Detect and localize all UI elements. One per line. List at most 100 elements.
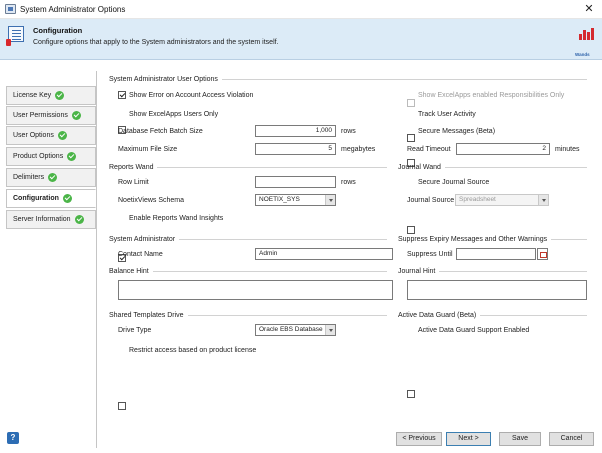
nav-item-label: Server Information	[13, 216, 71, 223]
secure-journal-source-checkbox[interactable]	[407, 226, 415, 234]
nav-item-user-options[interactable]: User Options	[6, 126, 96, 145]
read-timeout-label: Read Timeout	[407, 146, 451, 153]
section-divider	[439, 271, 587, 272]
nav-item-license-key[interactable]: License Key	[6, 86, 96, 105]
calendar-icon[interactable]	[537, 248, 548, 260]
max-file-size-label: Maximum File Size	[118, 146, 178, 153]
active-data-guard-checkbox[interactable]	[407, 390, 415, 398]
page-description: Configure options that apply to the Syst…	[33, 39, 279, 46]
row-limit-unit: rows	[341, 179, 356, 186]
nav-item-server-information[interactable]: Server Information	[6, 210, 96, 229]
journal-hint-textarea[interactable]	[407, 280, 587, 300]
views-schema-value: NOETIX_SYS	[259, 196, 300, 203]
nav-item-delimiters[interactable]: Delimiters	[6, 168, 96, 187]
section-divider	[157, 167, 387, 168]
read-timeout-unit: minutes	[555, 146, 580, 153]
nav-item-user-permissions[interactable]: User Permissions	[6, 106, 96, 125]
db-fetch-batch-size-unit: rows	[341, 128, 356, 135]
nav-item-label: User Options	[13, 132, 54, 139]
track-user-activity-label: Track User Activity	[418, 111, 476, 118]
section-title: Active Data Guard (Beta)	[398, 312, 477, 319]
section-title: System Administrator User Options	[109, 76, 218, 83]
track-user-activity-checkbox[interactable]	[407, 134, 415, 142]
close-icon[interactable]: ✕	[582, 2, 596, 16]
panel-divider	[96, 71, 97, 448]
section-header-shared-templates-drive: Shared Templates Drive	[109, 311, 387, 320]
section-title: Shared Templates Drive	[109, 312, 184, 319]
row-limit-input[interactable]	[255, 176, 336, 188]
header-banner: Configuration Configure options that app…	[0, 19, 602, 60]
suppress-until-input[interactable]	[456, 248, 536, 260]
check-circle-icon	[74, 215, 84, 224]
alert-icon	[6, 39, 11, 46]
max-file-size-unit: megabytes	[341, 146, 376, 153]
suppress-until-label: Suppress Until	[407, 251, 453, 258]
section-header-active-data-guard: Active Data Guard (Beta)	[398, 311, 587, 320]
section-header-reports-wand: Reports Wand	[109, 163, 387, 172]
nav-item-label: User Permissions	[13, 112, 68, 119]
cancel-button[interactable]: Cancel	[549, 432, 594, 446]
show-excelapps-users-label: Show ExcelApps Users Only	[129, 111, 219, 118]
section-divider	[221, 79, 587, 80]
nav-item-label: License Key	[13, 92, 52, 99]
section-header-balance-hint: Balance Hint	[109, 267, 387, 276]
read-timeout-input[interactable]: 2	[456, 143, 550, 155]
chevron-down-icon	[325, 325, 335, 335]
secure-messages-label: Secure Messages (Beta)	[418, 128, 496, 135]
show-excelapps-resp-checkbox[interactable]	[407, 99, 415, 107]
db-fetch-batch-size-input[interactable]: 1,000	[255, 125, 336, 137]
section-header-journal-hint: Journal Hint	[398, 267, 587, 276]
section-divider	[480, 315, 587, 316]
chevron-down-icon	[538, 195, 548, 205]
drive-type-select[interactable]: Oracle EBS Database	[255, 324, 336, 336]
views-schema-select[interactable]: NOETIX_SYS	[255, 194, 336, 206]
max-file-size-input[interactable]: 5	[255, 143, 336, 155]
balance-hint-textarea[interactable]	[118, 280, 393, 300]
save-button[interactable]: Save	[499, 432, 541, 446]
nav-item-configuration[interactable]: Configuration	[6, 189, 96, 208]
section-title: System Administrator	[109, 236, 176, 243]
check-circle-icon	[62, 194, 72, 203]
previous-button[interactable]: < Previous	[396, 432, 442, 446]
section-header-journal-wand: Journal Wand	[398, 163, 587, 172]
views-schema-label: NoetixViews Schema	[118, 197, 185, 204]
restrict-access-label: Restrict access based on product license	[129, 347, 257, 354]
section-header-suppress-expiry: Suppress Expiry Messages and Other Warni…	[398, 235, 587, 244]
nav-item-product-options[interactable]: Product Options	[6, 147, 96, 166]
section-divider	[179, 239, 387, 240]
drive-type-value: Oracle EBS Database	[259, 326, 323, 333]
chevron-down-icon	[325, 195, 335, 205]
title-bar: System Administrator Options ✕	[0, 0, 602, 19]
contact-name-input[interactable]: Admin	[255, 248, 393, 260]
secure-journal-source-label: Secure Journal Source	[418, 179, 490, 186]
help-button[interactable]: ?	[7, 432, 19, 444]
section-divider	[152, 271, 387, 272]
contact-name-label: Contact Name	[118, 251, 163, 258]
show-error-violation-checkbox[interactable]	[118, 91, 126, 99]
app-icon	[5, 4, 16, 14]
page-title: Configuration	[33, 26, 83, 35]
check-circle-icon	[55, 91, 65, 100]
check-circle-icon	[71, 111, 81, 120]
nav-item-label: Configuration	[13, 195, 59, 202]
restrict-access-checkbox[interactable]	[118, 402, 126, 410]
wands-logo-text: Wands	[575, 52, 590, 57]
next-button[interactable]: Next >	[446, 432, 491, 446]
section-title: Suppress Expiry Messages and Other Warni…	[398, 236, 548, 243]
check-circle-icon	[67, 152, 77, 161]
section-divider	[551, 239, 587, 240]
active-data-guard-label: Active Data Guard Support Enabled	[418, 327, 530, 334]
section-divider	[444, 167, 587, 168]
section-header-system-administrator: System Administrator	[109, 235, 387, 244]
section-title: Journal Wand	[398, 164, 441, 171]
enable-insights-label: Enable Reports Wand Insights	[129, 215, 224, 222]
journal-source-label: Journal Source	[407, 197, 455, 204]
drive-type-label: Drive Type	[118, 327, 152, 334]
row-limit-label: Row Limit	[118, 179, 149, 186]
nav-item-label: Delimiters	[13, 174, 45, 181]
show-excelapps-resp-label: Show ExcelApps enabled Responsibilities …	[418, 92, 565, 99]
journal-source-select[interactable]: Spreadsheet	[455, 194, 549, 206]
wands-logo-icon	[578, 27, 594, 45]
section-title: Balance Hint	[109, 268, 149, 275]
nav-item-label: Product Options	[13, 153, 64, 160]
